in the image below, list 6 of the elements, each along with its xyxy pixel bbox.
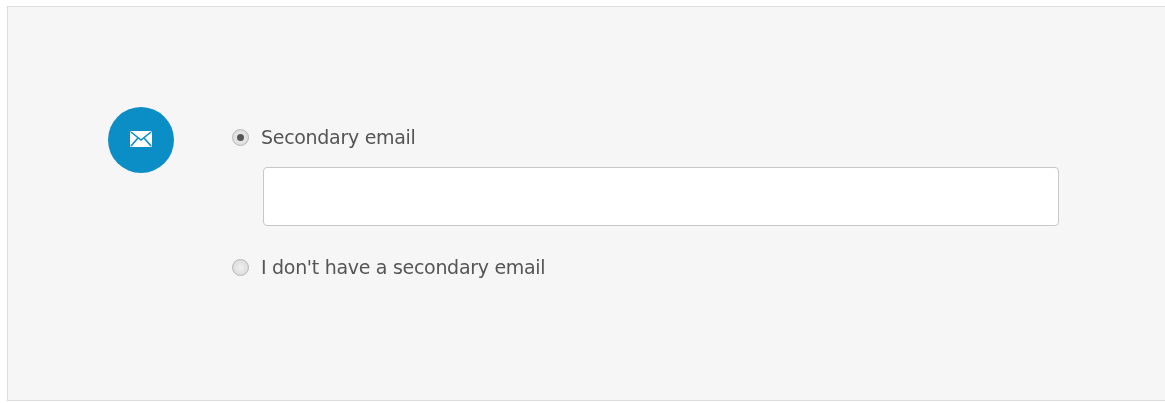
email-input-field[interactable] (263, 167, 1059, 226)
radio-button[interactable] (232, 128, 249, 146)
option-label: I don't have a secondary email (261, 256, 546, 278)
email-icon (108, 107, 174, 173)
radio-button[interactable] (232, 258, 249, 276)
option-label: Secondary email (261, 126, 416, 148)
